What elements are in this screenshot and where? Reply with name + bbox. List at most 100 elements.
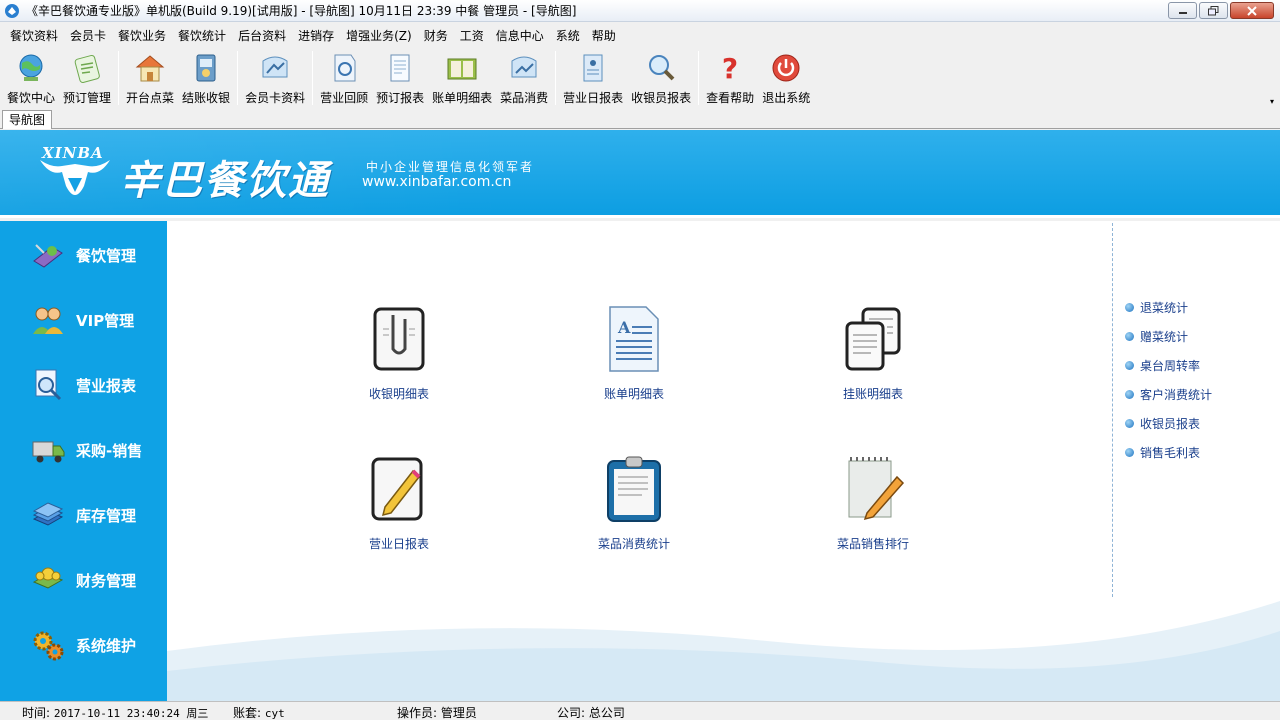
- toolbar-open-table-button[interactable]: 开台点菜: [122, 47, 178, 107]
- reservation-icon: [74, 54, 100, 83]
- notepad-pencil-icon: [848, 457, 905, 521]
- toolbar-separator: [555, 51, 557, 105]
- toolbar-overflow-icon[interactable]: ▾: [1270, 97, 1274, 106]
- bullet-icon: [1125, 361, 1134, 370]
- menu-help[interactable]: 帮助: [586, 27, 622, 44]
- menu-catering-business[interactable]: 餐饮业务: [112, 27, 172, 44]
- quick-link-return-dish-stats[interactable]: 退菜统计: [1125, 299, 1188, 316]
- toolbar-reservation-report-button[interactable]: 预订报表: [372, 47, 428, 107]
- minimize-icon: [1178, 11, 1187, 14]
- toolbar-bill-detail-button[interactable]: 账单明细表: [428, 47, 496, 107]
- bill-detail-item[interactable]: A 账单明细表: [554, 305, 714, 402]
- daily-report-icon: [583, 54, 603, 82]
- nav-vip-management[interactable]: VIP管理: [0, 295, 167, 345]
- nav-finance-management[interactable]: 财务管理: [0, 555, 167, 605]
- nav-stock-management[interactable]: 库存管理: [0, 490, 167, 540]
- close-button[interactable]: [1230, 2, 1274, 19]
- restore-icon: [1208, 5, 1219, 15]
- minimize-button[interactable]: [1168, 2, 1197, 19]
- house-icon: [135, 55, 165, 82]
- nav-purchase-sales[interactable]: 采购-销售: [0, 425, 167, 475]
- nav-business-reports[interactable]: 营业报表: [0, 360, 167, 410]
- background-wave: [167, 601, 1280, 701]
- tab-strip: 导航图: [0, 109, 1280, 129]
- credit-detail-item[interactable]: 挂账明细表: [793, 305, 953, 402]
- content-area: 收银明细表 A 账单明细表 挂账明细表 营业日报表 菜品消费统计 菜品销售排行 …: [167, 221, 1280, 701]
- app-icon: [5, 3, 19, 18]
- dish-consumption-stats-item[interactable]: 菜品消费统计: [554, 455, 714, 552]
- menu-info-center[interactable]: 信息中心: [490, 27, 550, 44]
- left-navigation: 餐饮管理 VIP管理 营业报表 采购-销售 库存管理 财务管理 系统维护: [0, 221, 167, 701]
- status-time: 时间: 2017-10-11 23:40:24 周三: [22, 706, 209, 720]
- title-bar: 《辛巴餐饮通专业版》单机版(Build 9.19)[试用版] - [导航图] 1…: [0, 0, 1280, 22]
- window-title: 《辛巴餐饮通专业版》单机版(Build 9.19)[试用版] - [导航图] 1…: [26, 4, 577, 18]
- catering-icon: [33, 244, 63, 268]
- finance-icon: [32, 567, 64, 589]
- toolbar-exit-button[interactable]: 退出系统: [758, 47, 814, 107]
- bullet-icon: [1125, 303, 1134, 312]
- restore-button[interactable]: [1199, 2, 1228, 19]
- bullet-icon: [1125, 419, 1134, 428]
- toolbar-member-card-button[interactable]: 会员卡资料: [241, 47, 309, 107]
- quick-link-table-turnover[interactable]: 桌台周转率: [1125, 357, 1200, 374]
- vip-users-icon: [33, 307, 63, 334]
- menu-catering-data[interactable]: 餐饮资料: [4, 27, 64, 44]
- menu-catering-stats[interactable]: 餐饮统计: [172, 27, 232, 44]
- toolbar-separator: [118, 51, 120, 105]
- toolbar-business-review-button[interactable]: 营业回顾: [316, 47, 372, 107]
- quick-link-gross-profit[interactable]: 销售毛利表: [1125, 444, 1200, 461]
- menu-backend-data[interactable]: 后台资料: [232, 27, 292, 44]
- truck-icon: [32, 441, 65, 463]
- book-icon: [447, 58, 477, 80]
- member-card-icon: [262, 56, 288, 78]
- toolbar-separator: [698, 51, 700, 105]
- toolbar: 餐饮中心 预订管理 开台点菜 结账收银 会员卡资料 营业回顾 预订报表 账单明细…: [0, 47, 1280, 109]
- svg-text:A: A: [617, 318, 631, 337]
- quick-link-customer-consumption[interactable]: 客户消费统计: [1125, 386, 1212, 403]
- menu-finance[interactable]: 财务: [418, 27, 454, 44]
- dish-sales-ranking-item[interactable]: 菜品销售排行: [793, 455, 953, 552]
- toolbar-cashier-report-button[interactable]: 收银员报表: [627, 47, 695, 107]
- menu-enhanced-business[interactable]: 增强业务(Z): [340, 27, 418, 44]
- gears-icon: [33, 631, 64, 661]
- toolbar-help-button[interactable]: ? 查看帮助: [702, 47, 758, 107]
- status-company: 公司: 总公司: [557, 706, 625, 720]
- bullet-icon: [1125, 390, 1134, 399]
- nav-catering-management[interactable]: 餐饮管理: [0, 230, 167, 280]
- chart-icon: [511, 56, 537, 78]
- status-bar: 时间: 2017-10-11 23:40:24 周三 账套: cyt 操作员: …: [0, 701, 1280, 720]
- toolbar-separator: [312, 51, 314, 105]
- menu-system[interactable]: 系统: [550, 27, 586, 44]
- menu-member-card[interactable]: 会员卡: [64, 27, 112, 44]
- clipboard-icon: [607, 456, 661, 522]
- brand-banner: XINBA 辛巴餐饮通 中小企业管理信息化领军者 www.xinbafar.co…: [0, 130, 1280, 218]
- toolbar-separator: [237, 51, 239, 105]
- toolbar-dish-consumption-button[interactable]: 菜品消费: [496, 47, 552, 107]
- cashier-detail-item[interactable]: 收银明细表: [319, 305, 479, 402]
- menu-salary[interactable]: 工资: [454, 27, 490, 44]
- toolbar-catering-center-button[interactable]: 餐饮中心: [3, 47, 59, 107]
- quick-link-gift-dish-stats[interactable]: 赠菜统计: [1125, 328, 1188, 345]
- toolbar-reservation-button[interactable]: 预订管理: [59, 47, 115, 107]
- quick-link-cashier-report[interactable]: 收银员报表: [1125, 415, 1200, 432]
- stock-books-icon: [32, 502, 64, 526]
- close-icon: [1247, 5, 1257, 16]
- nav-system-maintenance[interactable]: 系统维护: [0, 620, 167, 670]
- toolbar-checkout-button[interactable]: 结账收银: [178, 47, 234, 107]
- multi-document-icon: [845, 307, 901, 371]
- tab-navigation-map[interactable]: 导航图: [2, 110, 53, 129]
- menu-bar: 餐饮资料 会员卡 餐饮业务 餐饮统计 后台资料 进销存 增强业务(Z) 财务 工…: [0, 23, 1280, 47]
- magnifier-icon: [649, 55, 675, 81]
- toolbar-daily-report-button[interactable]: 营业日报表: [559, 47, 627, 107]
- help-icon: ?: [722, 52, 738, 85]
- text-document-icon: A: [609, 306, 659, 372]
- clip-document-icon: [373, 307, 425, 371]
- cashier-icon: [196, 54, 216, 82]
- daily-report-item[interactable]: 营业日报表: [319, 455, 479, 552]
- report-search-icon: [35, 369, 62, 401]
- menu-inventory[interactable]: 进销存: [292, 27, 340, 44]
- globe-icon: [19, 54, 43, 81]
- bullet-icon: [1125, 448, 1134, 457]
- pencil-document-icon: [371, 457, 423, 521]
- status-operator: 操作员: 管理员: [397, 706, 477, 720]
